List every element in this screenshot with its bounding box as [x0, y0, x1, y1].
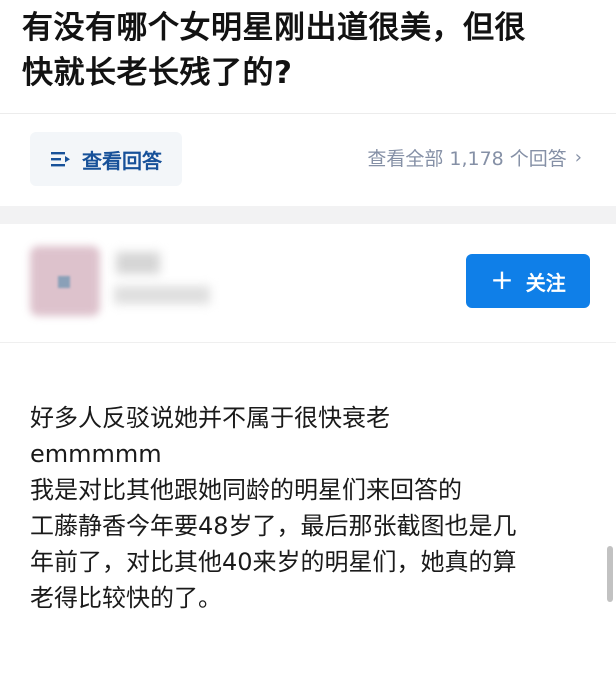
author-name-redacted[interactable] [116, 252, 160, 274]
view-answers-label: 查看回答 [82, 148, 162, 173]
answer-line: 老得比较快的了。 [30, 584, 222, 612]
answer-line: 年前了，对比其他40来岁的明星们，她真的算 [30, 548, 517, 576]
question-title[interactable]: 有没有哪个女明星刚出道很美，但很 快就长老长残了的? [22, 6, 597, 96]
answer-line: 我是对比其他跟她同龄的明星们来回答的 [30, 476, 462, 504]
chevron-right-icon: › [574, 147, 582, 168]
answer-line: 好多人反驳说她并不属于很快衰老 [30, 404, 390, 432]
answer-line: 工藤静香今年要48岁了，最后那张截图也是几 [30, 512, 517, 540]
section-gap [0, 206, 616, 224]
scrollbar-thumb[interactable] [607, 546, 613, 602]
answer-author-row: + 关注 [0, 224, 616, 342]
avatar-detail [58, 276, 70, 288]
view-all-answers-link[interactable]: 查看全部 1,178 个回答 › [367, 144, 582, 171]
question-title-line-1: 有没有哪个女明星刚出道很美，但很 [22, 10, 526, 46]
list-icon [50, 150, 72, 168]
question-action-bar: 查看回答 查看全部 1,178 个回答 › [0, 114, 616, 206]
question-header: 有没有哪个女明星刚出道很美，但很 快就长老长残了的? [0, 0, 616, 112]
answer-line: emmmmm [30, 440, 162, 468]
follow-button[interactable]: + 关注 [466, 254, 590, 308]
plus-icon: + [490, 263, 514, 296]
all-answers-label: 查看全部 1,178 个回答 [367, 148, 567, 170]
follow-label: 关注 [525, 270, 566, 295]
view-answers-button[interactable]: 查看回答 [30, 132, 182, 186]
question-title-line-2: 快就长老长残了的? [22, 55, 293, 91]
answer-content: 好多人反驳说她并不属于很快衰老 emmmmm 我是对比其他跟她同龄的明星们来回答… [30, 400, 600, 616]
author-headline-redacted [114, 286, 210, 304]
divider [0, 342, 616, 343]
